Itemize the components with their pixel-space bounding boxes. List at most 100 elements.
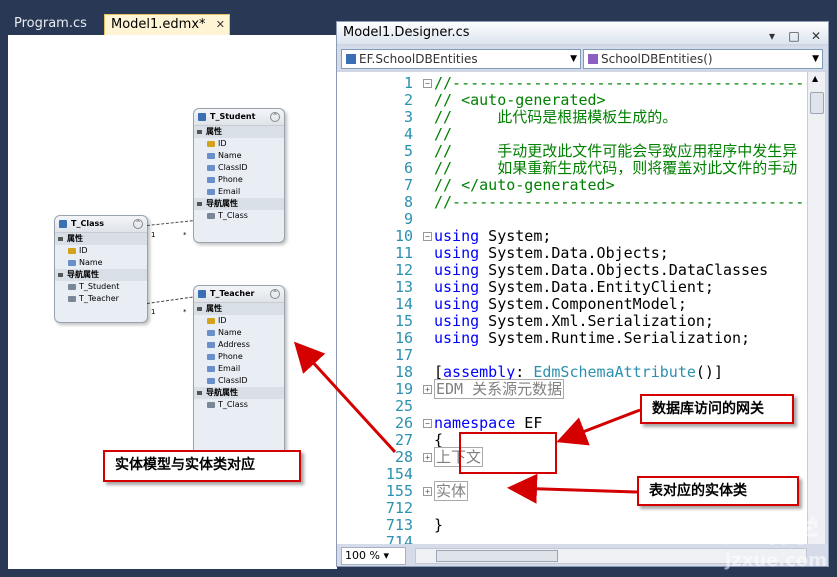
multiplicity-label: *	[183, 308, 187, 316]
line-number: 8	[403, 193, 413, 211]
code-token: // 此代码是根据模板生成的。	[434, 108, 678, 126]
vertical-scrollbar[interactable]: ▲	[807, 72, 825, 544]
property-row[interactable]: Email	[194, 186, 284, 198]
property-row[interactable]: ClassID	[194, 162, 284, 174]
navigation-row[interactable]: T_Student	[55, 281, 147, 293]
entity-t-class[interactable]: T_Class ^ 属性 ID Name 导航属性 T_Student T_Tea…	[54, 215, 148, 323]
code-line[interactable]: 27{	[337, 432, 807, 449]
dropdown-icon[interactable]: ▾	[758, 25, 780, 47]
property-row[interactable]: ID	[55, 245, 147, 257]
code-token: using	[434, 295, 480, 313]
code-line[interactable]: 9	[337, 211, 807, 228]
entity-header[interactable]: T_Teacher ^	[194, 286, 284, 303]
collapse-icon[interactable]: ^	[270, 112, 280, 122]
code-token: using	[434, 244, 480, 262]
navigation-row[interactable]: T_Class	[194, 210, 284, 222]
scrollbar-thumb[interactable]	[436, 550, 558, 562]
close-icon[interactable]: ✕	[802, 25, 824, 47]
properties-section[interactable]: 属性	[194, 126, 284, 138]
scroll-up-icon[interactable]: ▲	[812, 74, 818, 83]
code-line[interactable]: 15 using System.Xml.Serialization;	[337, 313, 807, 330]
tab-program-cs[interactable]: Program.cs	[8, 14, 93, 34]
close-icon[interactable]: ✕	[216, 15, 225, 35]
line-number: 12	[394, 261, 413, 279]
property-row[interactable]: Name	[194, 327, 284, 339]
association-line[interactable]	[146, 296, 193, 304]
code-token: System.Data.EntityClient;	[479, 278, 714, 296]
section-label: 导航属性	[206, 388, 238, 397]
code-line[interactable]: 10 − using System;	[337, 228, 807, 245]
line-number: 155	[385, 482, 413, 500]
code-line[interactable]: 28 + 上下文	[337, 447, 807, 467]
zoom-dropdown[interactable]: 100 % ▾	[341, 547, 406, 565]
code-token: EDM 关系源元数据	[434, 379, 565, 399]
property-row[interactable]: Address	[194, 339, 284, 351]
navigation-row[interactable]: T_Teacher	[55, 293, 147, 305]
code-text: using System;	[434, 228, 551, 245]
entity-t-student[interactable]: T_Student ^ 属性 ID Name ClassID Phone Emai…	[193, 108, 285, 243]
line-number: 3	[403, 108, 413, 126]
property-row[interactable]: Phone	[194, 351, 284, 363]
property-row[interactable]: ID	[194, 315, 284, 327]
line-number: 18	[394, 363, 413, 381]
code-window-titlebar[interactable]: Model1.Designer.cs ▾ □ ✕	[337, 22, 828, 44]
code-line[interactable]: 3 // 此代码是根据模板生成的。	[337, 109, 807, 126]
code-line[interactable]: 13 using System.Data.EntityClient;	[337, 279, 807, 296]
code-token: using	[434, 261, 480, 279]
association-line[interactable]	[146, 220, 193, 226]
entity-header[interactable]: T_Class ^	[55, 216, 147, 233]
property-row[interactable]: Name	[194, 150, 284, 162]
property-icon	[207, 330, 215, 336]
navigation-section[interactable]: 导航属性	[55, 269, 147, 281]
maximize-icon[interactable]: □	[780, 25, 802, 47]
code-line[interactable]: 18 [assembly: EdmSchemaAttribute()]	[337, 364, 807, 381]
expand-icon[interactable]: +	[423, 487, 432, 496]
code-line[interactable]: 2 // <auto-generated>	[337, 92, 807, 109]
code-line[interactable]: 5 // 手动更改此文件可能会导致应用程序中发生异	[337, 143, 807, 160]
property-row[interactable]: Name	[55, 257, 147, 269]
navigation-section[interactable]: 导航属性	[194, 198, 284, 210]
tab-model1-edmx[interactable]: Model1.edmx* ✕	[104, 14, 230, 35]
code-line[interactable]: 14 using System.ComponentModel;	[337, 296, 807, 313]
code-line[interactable]: 11 using System.Data.Objects;	[337, 245, 807, 262]
code-line[interactable]: 17	[337, 347, 807, 364]
code-line[interactable]: 7 // </auto-generated>	[337, 177, 807, 194]
entity-header[interactable]: T_Student ^	[194, 109, 284, 126]
zoom-value: 100 %	[345, 549, 380, 562]
expand-icon[interactable]: +	[423, 385, 432, 394]
edm-designer-canvas[interactable]: T_Student ^ 属性 ID Name ClassID Phone Emai…	[8, 35, 337, 569]
code-line[interactable]: 8 //-------------------------------------…	[337, 194, 807, 211]
navigation-name: T_Class	[218, 211, 248, 220]
member-dropdown[interactable]: SchoolDBEntities() ▼	[583, 49, 823, 69]
property-row[interactable]: ClassID	[194, 375, 284, 387]
class-dropdown[interactable]: EF.SchoolDBEntities ▼	[341, 49, 581, 69]
code-line[interactable]: 16 using System.Runtime.Serialization;	[337, 330, 807, 347]
properties-section[interactable]: 属性	[194, 303, 284, 315]
chevron-down-icon[interactable]: ▼	[812, 50, 819, 68]
property-row[interactable]: Phone	[194, 174, 284, 186]
multiplicity-label: 1	[151, 308, 156, 316]
navigation-section[interactable]: 导航属性	[194, 387, 284, 399]
collapse-icon[interactable]: ^	[270, 289, 280, 299]
entity-t-teacher[interactable]: T_Teacher ^ 属性 ID Name Address Phone Emai…	[193, 285, 285, 457]
code-line[interactable]: 1 −//------------------------------------…	[337, 75, 807, 92]
collapse-icon[interactable]: ^	[133, 219, 143, 229]
key-icon	[68, 248, 76, 254]
properties-section[interactable]: 属性	[55, 233, 147, 245]
code-line[interactable]: 4 //	[337, 126, 807, 143]
code-editor[interactable]: 1−//------------------------------------…	[337, 72, 807, 544]
property-row[interactable]: Email	[194, 363, 284, 375]
code-line[interactable]: 12 using System.Data.Objects.DataClasses	[337, 262, 807, 279]
scrollbar-thumb[interactable]	[810, 92, 824, 114]
line-number: 28	[394, 448, 413, 466]
property-name: ID	[218, 139, 227, 148]
collapse-icon[interactable]: −	[423, 79, 432, 88]
collapse-icon[interactable]: −	[423, 419, 432, 428]
code-line[interactable]: 6 // 如果重新生成代码，则将覆盖对此文件的手动	[337, 160, 807, 177]
property-row[interactable]: ID	[194, 138, 284, 150]
line-number: 27	[394, 431, 413, 449]
navigation-row[interactable]: T_Class	[194, 399, 284, 411]
expand-icon[interactable]: +	[423, 453, 432, 462]
chevron-down-icon[interactable]: ▼	[570, 50, 577, 68]
collapse-icon[interactable]: −	[423, 232, 432, 241]
